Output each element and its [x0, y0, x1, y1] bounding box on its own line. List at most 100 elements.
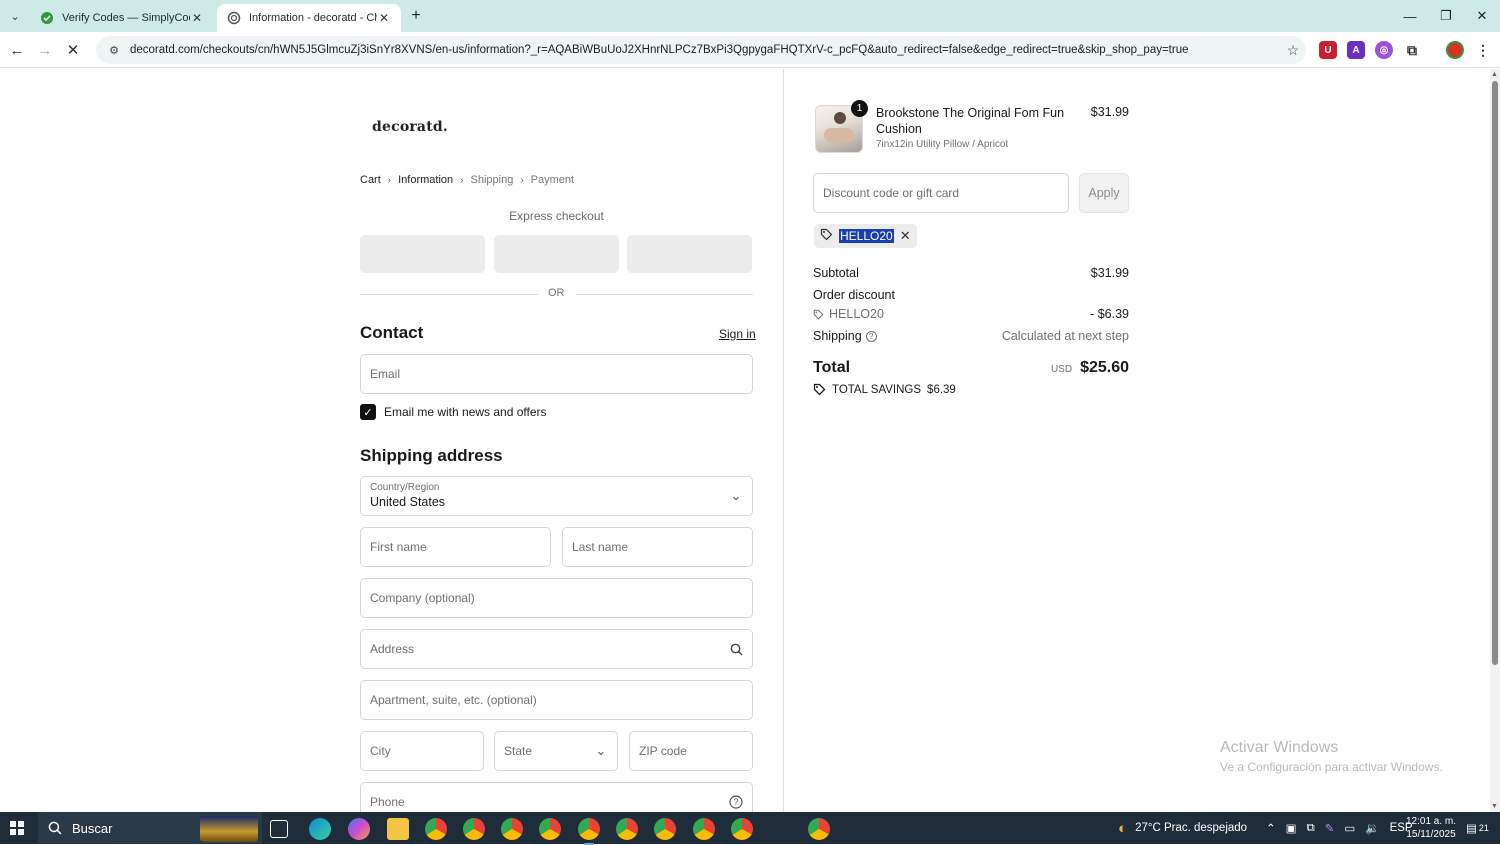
checkout-page: decoratd. Cart › Information › Shipping … — [0, 69, 1490, 812]
breadcrumb-information: Information — [398, 174, 454, 186]
copilot-icon[interactable] — [348, 818, 370, 840]
back-button[interactable]: ← — [6, 39, 28, 61]
applied-discount-chip: HELLO20 ✕ — [814, 224, 917, 248]
close-window-button[interactable]: ✕ — [1464, 4, 1500, 28]
windows-taskbar: Buscar ◐ 27°C Prac. despejado ⌃ ▣ ⧉ ✎ ▭ … — [0, 812, 1500, 845]
tab-close-icon[interactable]: ✕ — [190, 11, 204, 25]
ublock-extension-icon[interactable]: U — [1319, 41, 1337, 59]
phone-field[interactable]: Phone ? — [360, 782, 753, 812]
apartment-field[interactable]: Apartment, suite, etc. (optional) — [360, 680, 753, 720]
scrollbar-thumb[interactable] — [1492, 81, 1498, 665]
browser-tab-bar: ⌄ Verify Codes — SimplyCodes ✕ Informati… — [0, 0, 1500, 32]
email-placeholder: Email — [370, 367, 401, 381]
chrome-icon[interactable] — [693, 818, 715, 840]
new-tab-button[interactable]: + — [406, 6, 426, 26]
chrome-icon[interactable] — [808, 818, 830, 840]
sign-in-link[interactable]: Sign in — [719, 327, 756, 341]
express-pay-button-1[interactable] — [360, 235, 485, 273]
notification-center[interactable]: ▤ 21 — [1466, 812, 1489, 844]
stop-loading-button[interactable]: ✕ — [62, 39, 84, 61]
tray-app-icon[interactable]: ▣ — [1286, 821, 1297, 835]
menu-kebab-icon[interactable]: ⋮ — [1474, 41, 1492, 59]
scroll-up-icon[interactable]: ▲ — [1491, 71, 1498, 78]
tab-decoratd-checkout[interactable]: Information - decoratd - Check ✕ — [217, 4, 401, 32]
windows-start-icon[interactable] — [10, 821, 24, 835]
extensions-puzzle-icon[interactable]: ⧉ — [1403, 41, 1421, 59]
city-field[interactable]: City — [360, 731, 484, 771]
quantity-badge: 1 — [851, 100, 868, 117]
address-bar[interactable]: ⚙ decoratd.com/checkouts/cn/hWN5J5GlmcuZ… — [96, 36, 1306, 64]
file-explorer-icon[interactable] — [387, 818, 409, 840]
network-icon[interactable]: ▭ — [1344, 821, 1355, 835]
search-icon — [720, 643, 752, 656]
order-discount-row: Order discount — [813, 288, 1129, 302]
tray-meet-icon[interactable]: ⧉ — [1307, 822, 1315, 835]
shipping-help-icon[interactable]: ? — [865, 330, 877, 342]
chrome-icon[interactable] — [578, 818, 600, 845]
first-name-placeholder: First name — [370, 540, 427, 554]
or-divider: OR — [360, 287, 753, 301]
shipping-row: Shipping ? Calculated at next step — [813, 329, 1129, 343]
address-field[interactable]: Address — [360, 629, 753, 669]
newsletter-label: Email me with news and offers — [384, 405, 547, 419]
site-info-icon[interactable]: ⚙ — [106, 42, 122, 58]
first-name-field[interactable]: First name — [360, 527, 551, 567]
tab-simplycodes[interactable]: Verify Codes — SimplyCodes ✕ — [30, 4, 214, 32]
purple-extension-icon[interactable]: ◎ — [1375, 41, 1393, 59]
page-scrollbar[interactable]: ▲ ▼ — [1490, 69, 1500, 812]
restore-button[interactable]: ❐ — [1428, 4, 1464, 28]
taskbar-search[interactable]: Buscar — [38, 812, 262, 844]
breadcrumb: Cart › Information › Shipping › Payment — [360, 174, 574, 186]
zip-field[interactable]: ZIP code — [629, 731, 753, 771]
last-name-field[interactable]: Last name — [562, 527, 753, 567]
apply-discount-button[interactable]: Apply — [1079, 173, 1129, 213]
minimize-button[interactable]: — — [1392, 4, 1428, 28]
email-field[interactable]: Email — [360, 354, 753, 394]
chrome-icon[interactable] — [731, 818, 753, 840]
subtotal-value: $31.99 — [1090, 266, 1129, 280]
tab-title: Information - decoratd - Check — [249, 12, 377, 24]
state-select[interactable]: State ⌄ — [494, 731, 618, 771]
newsletter-checkbox[interactable]: ✓ — [360, 404, 376, 420]
remove-discount-icon[interactable]: ✕ — [900, 228, 911, 244]
chrome-icon[interactable] — [425, 818, 447, 840]
forward-button[interactable]: → — [34, 39, 56, 61]
express-checkout-title: Express checkout — [509, 209, 604, 223]
express-pay-button-2[interactable] — [494, 235, 619, 273]
tab-search-chevron-icon[interactable]: ⌄ — [5, 6, 25, 26]
discount-code-field[interactable]: Discount code or gift card — [813, 173, 1069, 213]
tray-pen-icon[interactable]: ✎ — [1325, 821, 1335, 835]
or-label: OR — [548, 287, 565, 299]
savings-label: TOTAL SAVINGS — [832, 383, 922, 396]
chrome-icon[interactable] — [654, 818, 676, 840]
browser-toolbar: ← → ✕ ⚙ decoratd.com/checkouts/cn/hWN5J5… — [0, 32, 1500, 68]
company-field[interactable]: Company (optional) — [360, 578, 753, 618]
tray-chevron-up-icon[interactable]: ⌃ — [1266, 821, 1276, 835]
help-icon[interactable]: ? — [720, 795, 752, 809]
bookmark-star-icon[interactable]: ☆ — [1280, 42, 1306, 59]
discount-placeholder: Discount code or gift card — [823, 186, 960, 200]
tab-close-icon[interactable]: ✕ — [377, 11, 391, 25]
a-extension-icon[interactable]: A — [1347, 41, 1365, 59]
volume-icon[interactable]: 🔉 — [1365, 821, 1379, 835]
url-text[interactable]: decoratd.com/checkouts/cn/hWN5J5GlmcuZj3… — [130, 44, 1280, 56]
profile-avatar[interactable] — [1446, 41, 1464, 59]
task-view-icon[interactable] — [270, 820, 288, 838]
chrome-icon[interactable] — [539, 818, 561, 840]
store-logo[interactable]: decoratd. — [372, 119, 448, 135]
scroll-down-icon[interactable]: ▼ — [1491, 803, 1498, 810]
express-pay-button-3[interactable] — [627, 235, 752, 273]
notification-count: 21 — [1478, 823, 1489, 833]
edge-icon[interactable] — [309, 818, 331, 840]
weather-widget[interactable]: ◐ 27°C Prac. despejado — [1118, 812, 1247, 844]
currency-code: USD — [1050, 364, 1073, 375]
breadcrumb-cart[interactable]: Cart — [360, 174, 381, 186]
chrome-icon[interactable] — [463, 818, 485, 840]
chrome-icon[interactable] — [616, 818, 638, 840]
chrome-icon[interactable] — [501, 818, 523, 840]
newsletter-option[interactable]: ✓ Email me with news and offers — [360, 404, 547, 420]
taskbar-clock[interactable]: 12:01 a. m. 15/11/2025 — [1404, 815, 1458, 841]
country-select[interactable]: Country/Region United States ⌄ — [360, 476, 753, 516]
applied-code-text: HELLO20 — [839, 229, 894, 243]
zip-placeholder: ZIP code — [639, 744, 687, 758]
